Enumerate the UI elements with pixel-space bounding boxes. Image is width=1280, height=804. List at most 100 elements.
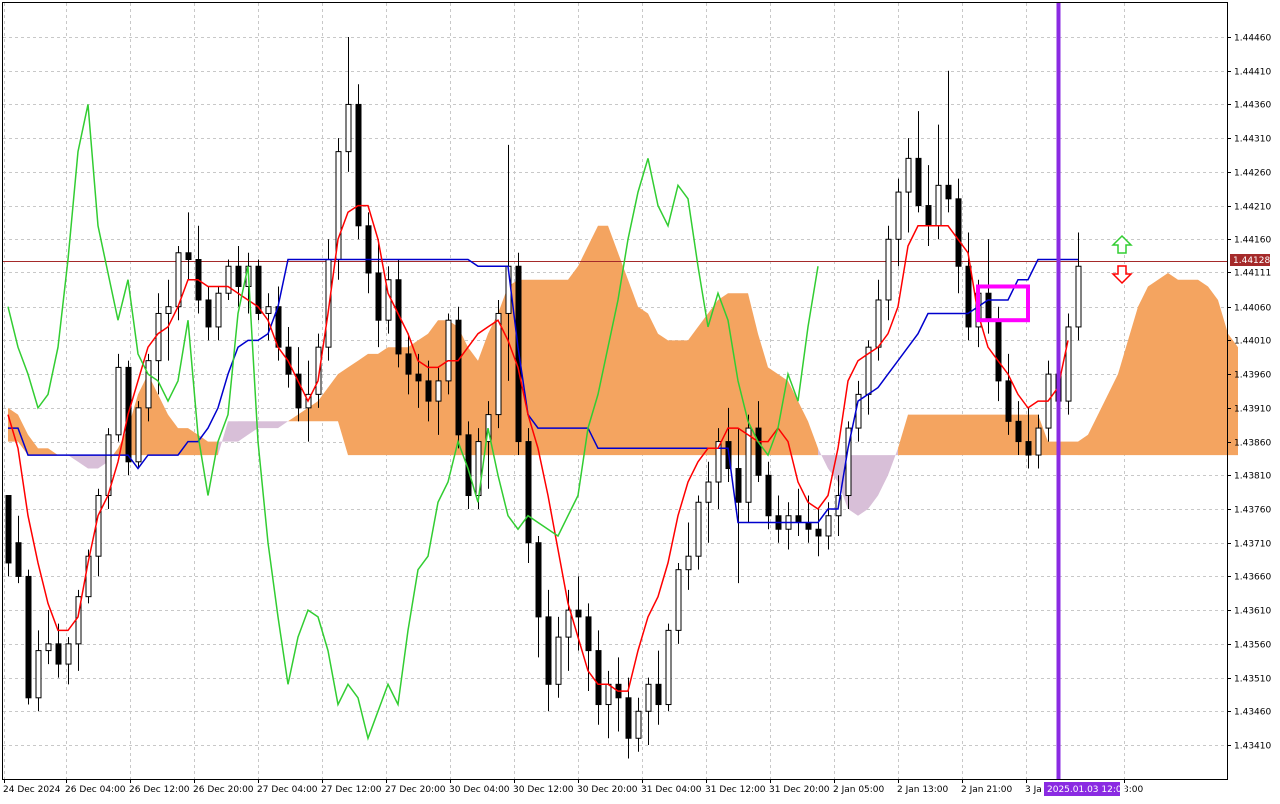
candle-body-bear — [945, 184, 952, 200]
kumo-segment-bull — [578, 246, 588, 456]
price-tick-label: 1.44310 — [1234, 135, 1271, 145]
candle-body-bull — [1035, 427, 1042, 456]
price-tick-label: 1.43910 — [1234, 405, 1271, 415]
candle-body-bear — [815, 528, 822, 537]
price-tick-label: 1.43810 — [1234, 472, 1271, 482]
kumo-segment-bull — [948, 414, 958, 456]
kumo-segment-bull — [648, 313, 658, 456]
kumo-segment-bear — [88, 455, 98, 469]
candle-body-bull — [155, 312, 162, 362]
kumo-segment-bull — [698, 313, 708, 456]
candle-body-bull — [65, 643, 72, 665]
candle-body-bull — [605, 683, 612, 706]
time-tick-label: 31 Dec 12:00 — [705, 785, 766, 795]
price-tick-label: 1.44410 — [1234, 68, 1271, 78]
candle-body-bear — [355, 103, 362, 227]
candle-body-bear — [585, 616, 592, 652]
candle-body-bear — [655, 683, 662, 706]
price-tick-label: 1.44010 — [1234, 337, 1271, 347]
kumo-segment-bull — [908, 414, 918, 456]
candle-body-bull — [1065, 326, 1072, 402]
kumo-segment-bull — [1208, 286, 1218, 456]
time-tick-label: 2 Jan 13:00 — [897, 785, 949, 795]
time-tick-label: 30 Dec 04:00 — [449, 785, 510, 795]
candle-body-bull — [695, 501, 702, 557]
kumo-segment-bull — [1068, 441, 1078, 456]
candle-body-bull — [135, 407, 142, 463]
time-tick-label: 2 Jan 21:00 — [961, 785, 1013, 795]
time-tick-label: 26 Dec 12:00 — [129, 785, 190, 795]
candle-body-bear — [755, 427, 762, 476]
time-tick-label: 30 Dec 20:00 — [577, 785, 638, 795]
price-tick-label: 1.43410 — [1234, 742, 1271, 752]
kumo-segment-bull — [528, 279, 538, 456]
candle-body-bull — [885, 238, 892, 301]
kumo-segment-bull — [1178, 279, 1188, 456]
kumo-segment-bull — [918, 414, 928, 456]
candle-body-bull — [45, 643, 52, 652]
price-tick-label: 1.44360 — [1234, 101, 1271, 111]
kumo-segment-bull — [988, 414, 998, 456]
candle-body-bear — [985, 292, 992, 321]
candle-body-bull — [555, 636, 562, 685]
candle-body-bear — [375, 272, 382, 321]
time-tick-label: 31 Dec 04:00 — [641, 785, 702, 795]
candle-body-bear — [525, 441, 532, 544]
candle-body-bear — [415, 373, 422, 382]
kumo-segment-bull — [1188, 279, 1198, 456]
candle-body-bull — [875, 299, 882, 348]
kumo-segment-bull — [618, 252, 628, 456]
candle-body-bull — [115, 366, 122, 436]
candle-body-bull — [675, 569, 682, 631]
candle-body-bear — [455, 319, 462, 436]
kumo-segment-bull — [598, 225, 608, 456]
candle-body-bull — [345, 103, 352, 153]
candle-body-bear — [55, 643, 62, 665]
time-tick-label: 2 Jan 05:00 — [833, 785, 885, 795]
time-tick-label: 24 Dec 2024 — [3, 785, 61, 795]
candle-body-bull — [665, 629, 672, 706]
kumo-segment-bull — [348, 360, 358, 456]
kumo-segment-bull — [638, 306, 648, 456]
price-tick-label: 1.44210 — [1234, 203, 1271, 213]
chart-canvas[interactable]: 1.44460 1.44410 1.44360 1.44310 1.44260 1.442… — [0, 0, 1280, 800]
cursor-time-label: 2025.01.03 12:00 — [1047, 785, 1128, 795]
candle-body-bear — [1025, 441, 1032, 456]
candle-body-bear — [365, 225, 372, 274]
candle-body-bear — [795, 515, 802, 523]
kumo-segment-bull — [1158, 273, 1168, 456]
candle-body-bear — [925, 205, 932, 227]
candle-body-bear — [545, 616, 552, 685]
candle-body-bear — [625, 697, 632, 739]
price-tick-label: 1.43860 — [1234, 439, 1271, 449]
candle-body-bull — [685, 555, 692, 571]
time-tick-label: 27 Dec 04:00 — [257, 785, 318, 795]
kumo-segment-bull — [668, 340, 678, 456]
time-tick-label: 3 Ja — [1025, 785, 1042, 795]
candle-body-bull — [935, 184, 942, 227]
price-tick-label: 1.43660 — [1234, 573, 1271, 583]
kumo-segment-bull — [568, 266, 578, 456]
candle-body-bull — [145, 360, 152, 409]
candle-body-bear — [765, 474, 772, 517]
current-price-label: 1.44128 — [1233, 256, 1270, 266]
price-tick-label: 1.44111 — [1234, 269, 1271, 279]
kumo-segment-bull — [688, 326, 698, 456]
candle-body-bull — [745, 427, 752, 503]
candle-body-bull — [895, 191, 902, 240]
price-tick-label: 1.44260 — [1234, 169, 1271, 179]
kumo-segment-bull — [658, 333, 668, 456]
kumo-segment-bull — [978, 414, 988, 456]
price-tick-label: 1.43460 — [1234, 708, 1271, 718]
kumo-segment-bull — [378, 347, 388, 456]
time-tick-label: 26 Dec 04:00 — [65, 785, 126, 795]
candle-body-bear — [5, 495, 12, 564]
candle-body-bear — [1015, 420, 1022, 443]
price-tick-label: 1.43610 — [1234, 607, 1271, 617]
kumo-segment-bull — [38, 448, 48, 456]
price-tick-label: 1.43560 — [1234, 641, 1271, 651]
ichimoku-chart[interactable]: 1.44460 1.44410 1.44360 1.44310 1.44260 1.442… — [0, 0, 1280, 800]
candle-body-bear — [575, 609, 582, 618]
price-tick-label: 1.43710 — [1234, 540, 1271, 550]
price-tick-label: 1.43960 — [1234, 371, 1271, 381]
